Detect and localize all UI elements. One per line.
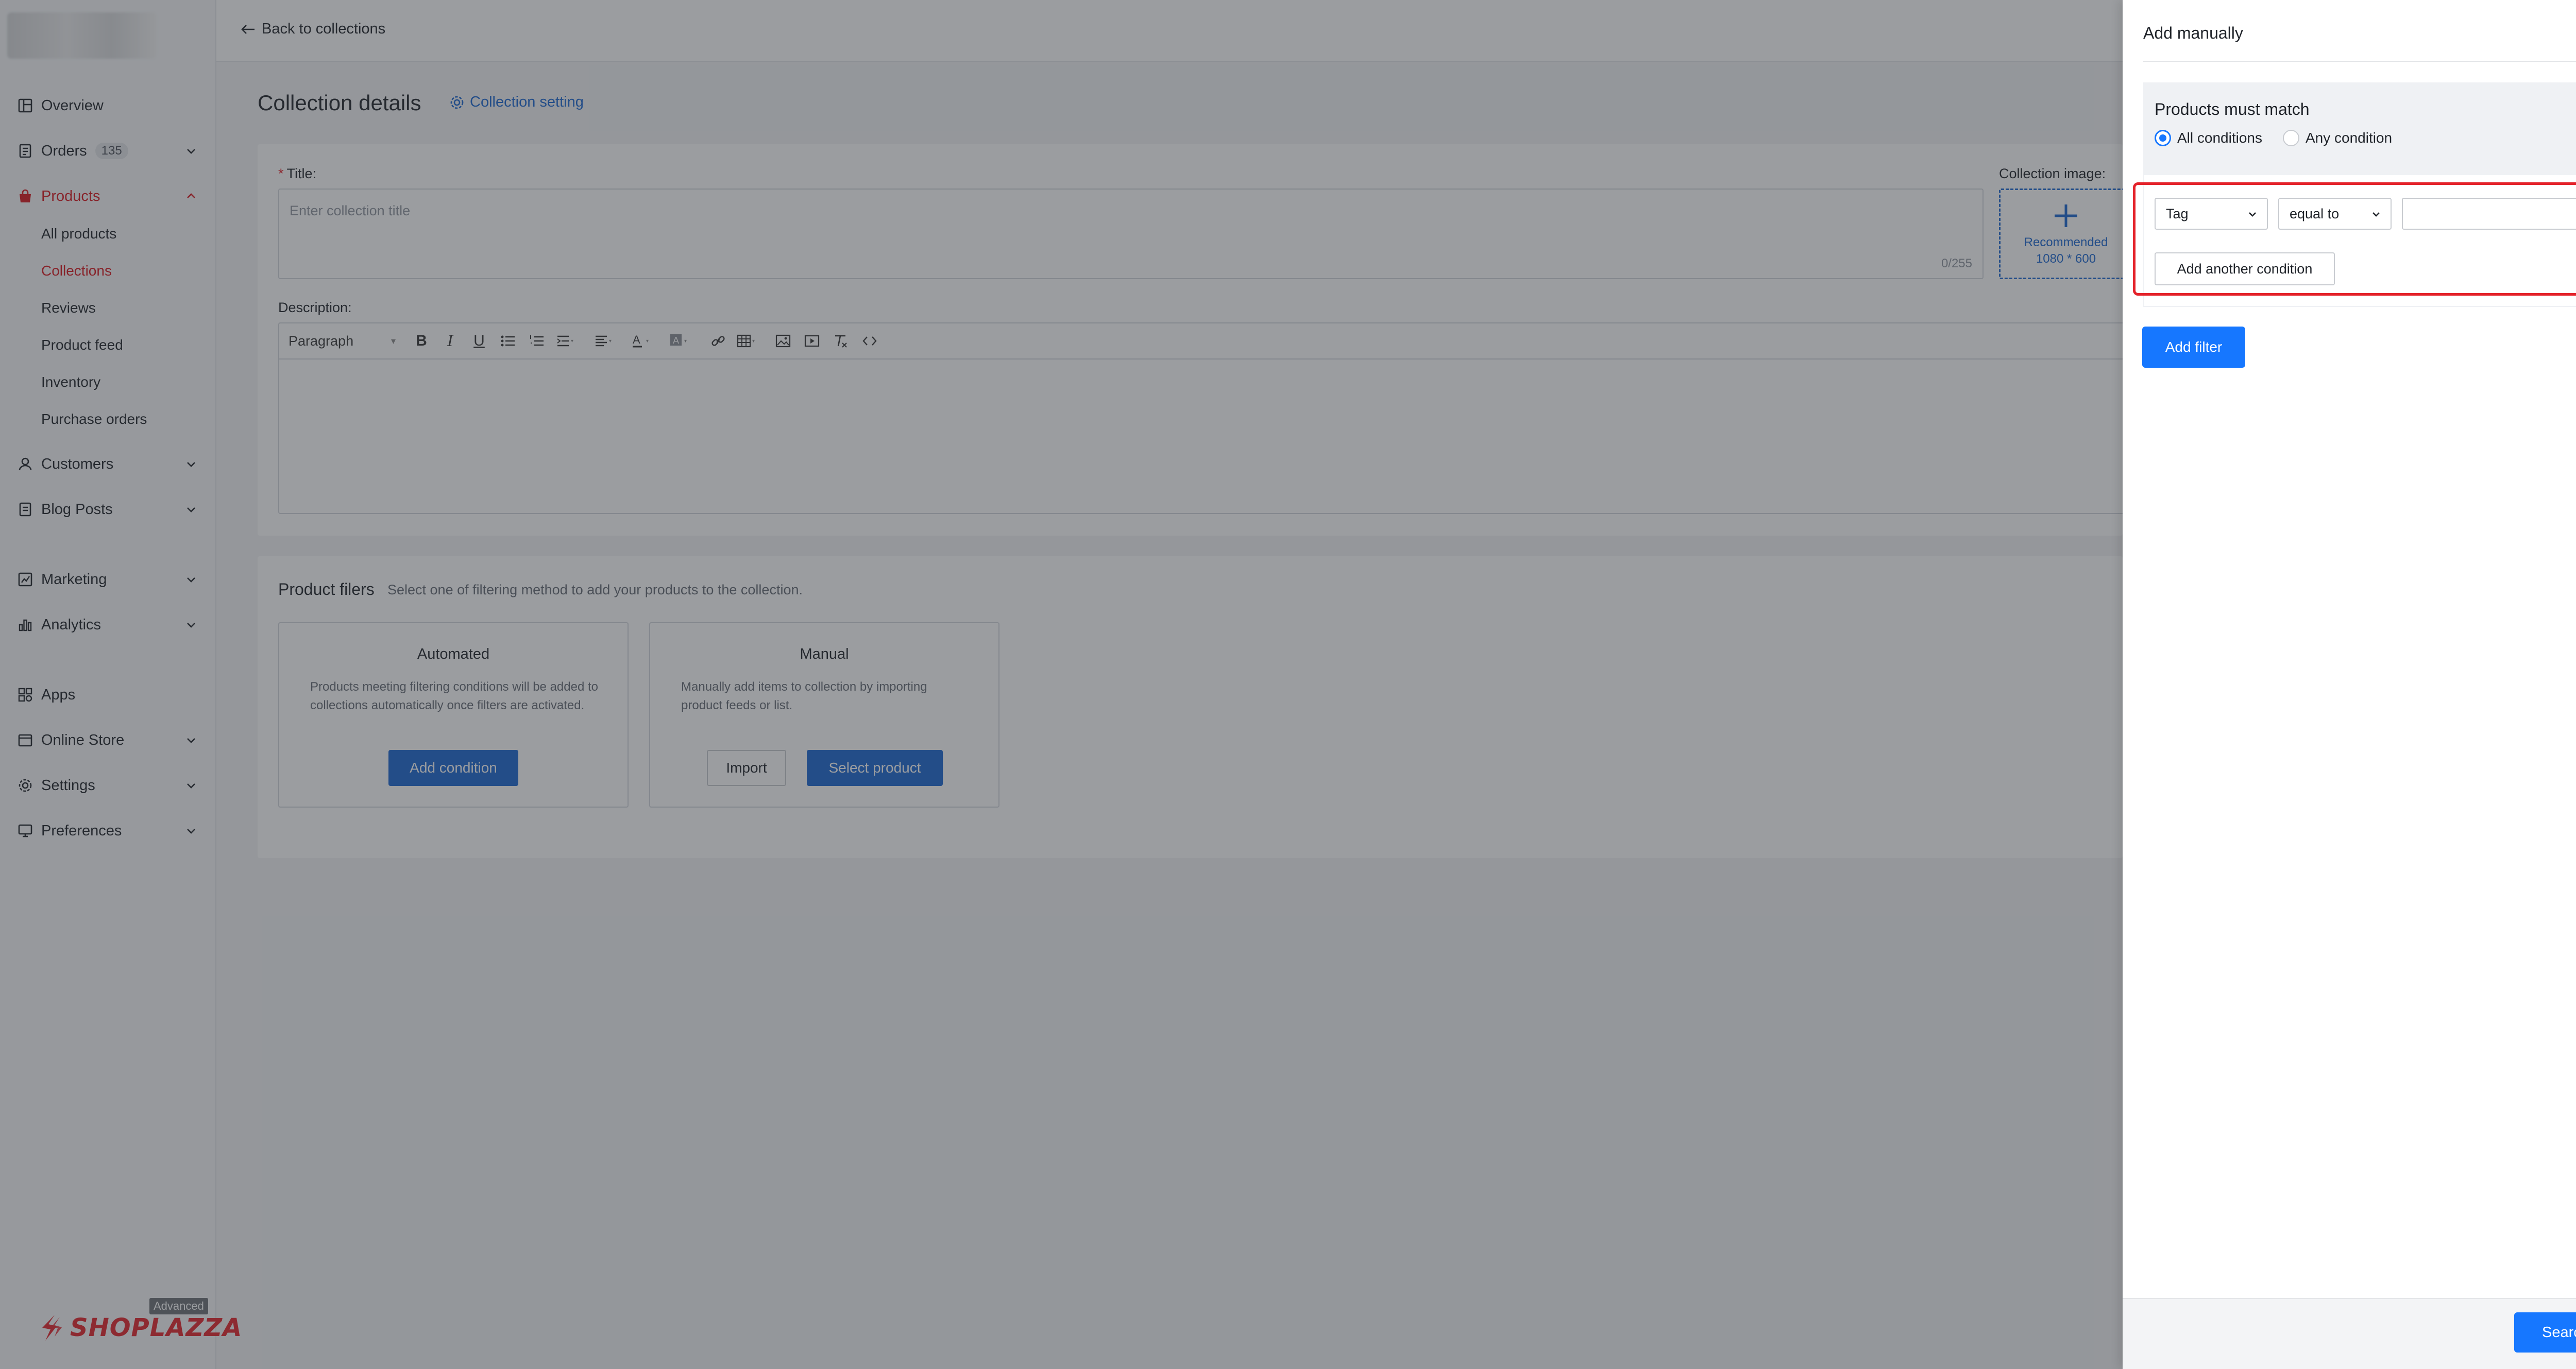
all-conditions-radio[interactable] — [2155, 130, 2171, 146]
divider — [2143, 61, 2576, 62]
add-filter-button[interactable]: Add filter — [2142, 327, 2245, 368]
search-button[interactable]: Search — [2514, 1312, 2576, 1353]
highlight-annotation-box — [2133, 182, 2576, 296]
modal-backdrop[interactable] — [0, 0, 2123, 1369]
drawer-title: Add manually — [2143, 24, 2243, 42]
match-mode-panel: Products must match All conditions Any c… — [2143, 82, 2576, 175]
any-condition-radio[interactable] — [2282, 130, 2299, 146]
drawer-footer — [2123, 1298, 2576, 1369]
match-mode-radios: All conditions Any condition — [2155, 130, 2392, 146]
match-title: Products must match — [2155, 100, 2310, 118]
any-condition-label[interactable]: Any condition — [2306, 130, 2392, 146]
all-conditions-label[interactable]: All conditions — [2177, 130, 2262, 146]
